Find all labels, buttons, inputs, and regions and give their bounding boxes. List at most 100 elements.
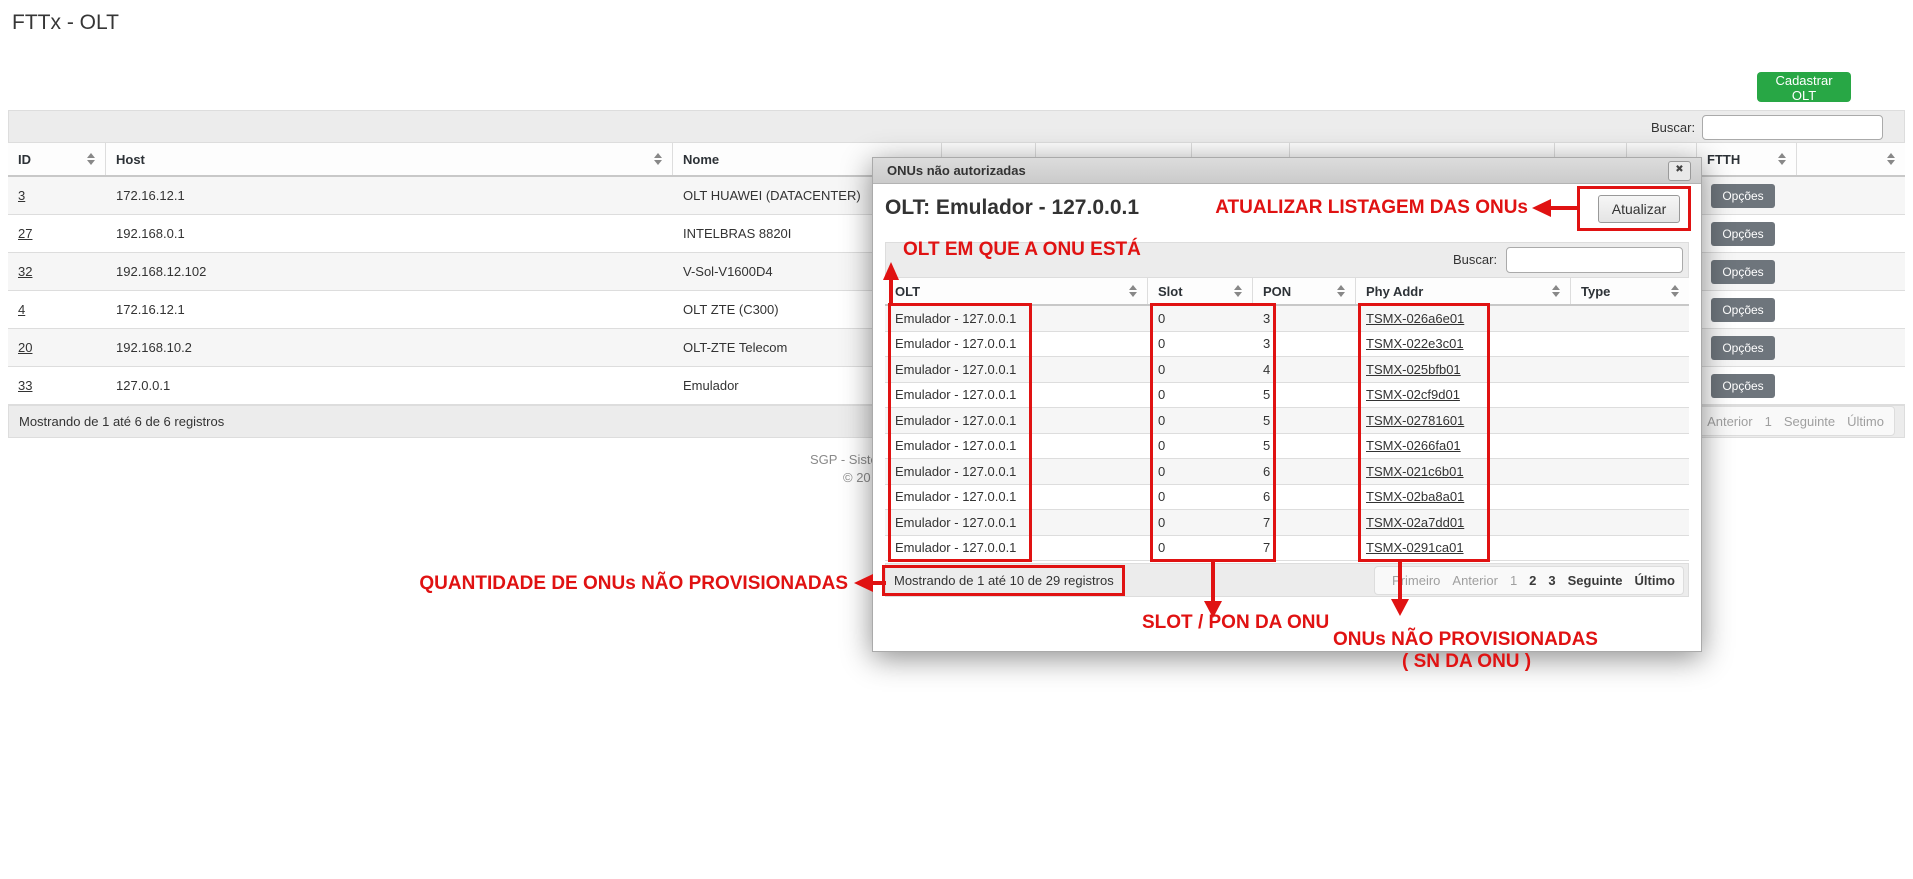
onu-olt-cell: Emulador - 127.0.0.1 [885,515,1148,530]
olt-id-link[interactable]: 20 [18,340,32,355]
main-search-label: Buscar: [1651,120,1695,135]
olt-id-link[interactable]: 27 [18,226,32,241]
page-prev[interactable]: Anterior [1452,573,1498,588]
sort-icon [654,153,662,165]
page-number[interactable]: 2 [1529,573,1536,588]
phy-addr-link[interactable]: TSMX-02ba8a01 [1366,489,1464,504]
atualizar-button[interactable]: Atualizar [1598,195,1680,223]
site-footer-line2: © 20 [843,470,871,485]
onu-row: Emulador - 127.0.0.1 0 3 TSMX-022e3c01 [885,332,1689,358]
onu-pon-cell: 3 [1253,336,1356,351]
phy-addr-link[interactable]: TSMX-022e3c01 [1366,336,1464,351]
olt-id-link[interactable]: 4 [18,302,25,317]
col-header-type[interactable]: Type [1571,278,1689,304]
modal-table-info: Mostrando de 1 até 10 de 29 registros [894,573,1114,588]
page-prev[interactable]: Anterior [1707,414,1753,429]
onu-pon-cell: 6 [1253,489,1356,504]
onu-pon-cell: 5 [1253,387,1356,402]
page-last[interactable]: Último [1847,414,1884,429]
main-search-input[interactable] [1702,115,1883,140]
col-header-actions[interactable] [1797,143,1905,175]
col-header-pon[interactable]: PON [1253,278,1356,304]
opcoes-button[interactable]: Opções [1711,222,1775,246]
page-number[interactable]: 1 [1510,573,1517,588]
sort-icon [1887,153,1895,165]
opcoes-button[interactable]: Opções [1711,374,1775,398]
sort-icon [1552,285,1560,297]
phy-addr-link[interactable]: TSMX-0291ca01 [1366,540,1464,555]
page-next[interactable]: Seguinte [1568,573,1623,588]
onus-modal: ONUs não autorizadas ✖ OLT: Emulador - 1… [872,157,1702,652]
col-header-slot[interactable]: Slot [1148,278,1253,304]
sort-icon [1778,153,1786,165]
modal-search-input[interactable] [1506,247,1683,273]
olt-id-link[interactable]: 33 [18,378,32,393]
host-cell: 192.168.10.2 [106,340,673,355]
cadastrar-olt-button[interactable]: Cadastrar OLT [1757,72,1851,102]
onu-olt-cell: Emulador - 127.0.0.1 [885,336,1148,351]
onu-row: Emulador - 127.0.0.1 0 5 TSMX-0266fa01 [885,434,1689,460]
host-cell: 127.0.0.1 [106,378,673,393]
onu-pon-cell: 7 [1253,515,1356,530]
modal-titlebar[interactable]: ONUs não autorizadas ✖ [873,158,1701,184]
modal-heading: OLT: Emulador - 127.0.0.1 [885,196,1139,220]
page-next[interactable]: Seguinte [1784,414,1835,429]
phy-addr-link[interactable]: TSMX-0266fa01 [1366,438,1461,453]
opcoes-button[interactable]: Opções [1711,184,1775,208]
sort-icon [1337,285,1345,297]
phy-addr-link[interactable]: TSMX-02781601 [1366,413,1464,428]
onu-pon-cell: 3 [1253,311,1356,326]
onu-row: Emulador - 127.0.0.1 0 6 TSMX-021c6b01 [885,459,1689,485]
page-number[interactable]: 3 [1548,573,1555,588]
phy-addr-link[interactable]: TSMX-02cf9d01 [1366,387,1460,402]
modal-pagination: PrimeiroAnterior123SeguinteÚltimo [1374,566,1684,595]
phy-addr-link[interactable]: TSMX-02a7dd01 [1366,515,1464,530]
onu-row: Emulador - 127.0.0.1 0 4 TSMX-025bfb01 [885,357,1689,383]
onu-olt-cell: Emulador - 127.0.0.1 [885,438,1148,453]
onu-olt-cell: Emulador - 127.0.0.1 [885,311,1148,326]
olt-id-link[interactable]: 32 [18,264,32,279]
col-header-ftth[interactable]: FTTH [1697,143,1797,175]
site-footer-line1: SGP - Siste [810,452,878,467]
page-last[interactable]: Último [1635,573,1675,588]
onu-row: Emulador - 127.0.0.1 0 6 TSMX-02ba8a01 [885,485,1689,511]
arrow-down-icon [1391,599,1409,616]
onu-slot-cell: 0 [1148,336,1253,351]
annotation-onus-label-line1: ONUs NÃO PROVISIONADAS [1333,629,1598,651]
opcoes-button[interactable]: Opções [1711,260,1775,284]
annotation-count-label: QUANTIDADE DE ONUs NÃO PROVISIONADAS [419,573,848,595]
onu-olt-cell: Emulador - 127.0.0.1 [885,387,1148,402]
host-cell: 172.16.12.1 [106,188,673,203]
col-header-host[interactable]: Host [106,143,673,175]
onu-slot-cell: 0 [1148,464,1253,479]
olt-id-link[interactable]: 3 [18,188,25,203]
page-number[interactable]: 1 [1765,414,1772,429]
main-table-toolbar [8,110,1905,143]
onu-pon-cell: 5 [1253,413,1356,428]
onu-slot-cell: 0 [1148,362,1253,377]
onu-pon-cell: 7 [1253,540,1356,555]
phy-addr-link[interactable]: TSMX-021c6b01 [1366,464,1464,479]
onu-slot-cell: 0 [1148,540,1253,555]
onu-slot-cell: 0 [1148,413,1253,428]
col-header-id[interactable]: ID [8,143,106,175]
opcoes-button[interactable]: Opções [1711,336,1775,360]
onu-slot-cell: 0 [1148,438,1253,453]
host-cell: 192.168.12.102 [106,264,673,279]
modal-table-body: Emulador - 127.0.0.1 0 3 TSMX-026a6e01 E… [885,306,1689,561]
opcoes-button[interactable]: Opções [1711,298,1775,322]
sort-icon [1671,285,1679,297]
onu-slot-cell: 0 [1148,489,1253,504]
col-header-olt[interactable]: OLT [885,278,1148,304]
onu-pon-cell: 6 [1253,464,1356,479]
host-cell: 172.16.12.1 [106,302,673,317]
phy-addr-link[interactable]: TSMX-026a6e01 [1366,311,1464,326]
onu-row: Emulador - 127.0.0.1 0 3 TSMX-026a6e01 [885,306,1689,332]
close-icon[interactable]: ✖ [1668,161,1691,181]
phy-addr-link[interactable]: TSMX-025bfb01 [1366,362,1461,377]
onu-olt-cell: Emulador - 127.0.0.1 [885,540,1148,555]
col-header-phy-addr[interactable]: Phy Addr [1356,278,1571,304]
arrow-line [1549,206,1578,210]
onu-olt-cell: Emulador - 127.0.0.1 [885,464,1148,479]
onu-slot-cell: 0 [1148,515,1253,530]
